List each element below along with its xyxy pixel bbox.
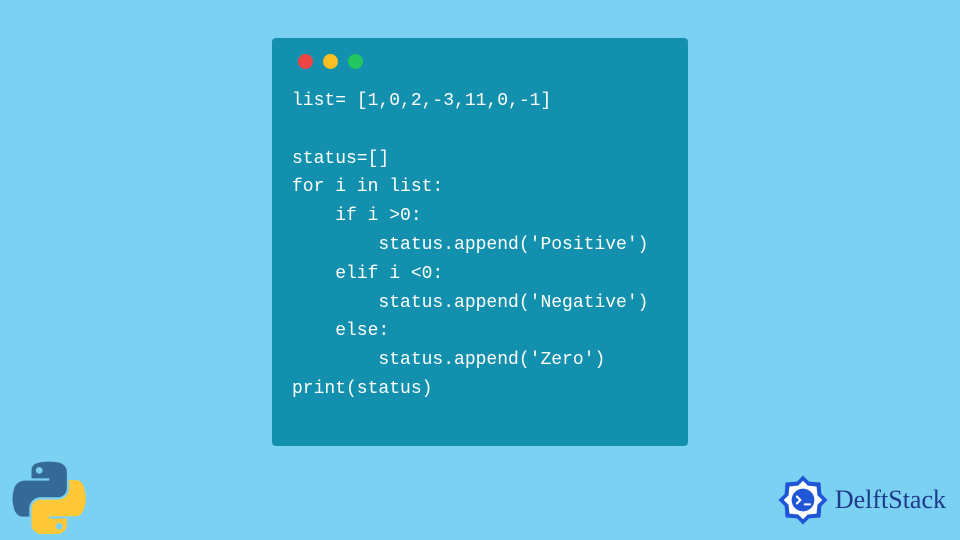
maximize-icon <box>348 54 363 69</box>
code-line: elif i <0: <box>292 264 443 284</box>
code-line: status.append('Negative') <box>292 293 648 313</box>
code-line: list= [1,0,2,-3,11,0,-1] <box>292 91 551 111</box>
code-line: status.append('Zero') <box>292 350 605 370</box>
code-line: if i >0: <box>292 206 422 226</box>
code-block: list= [1,0,2,-3,11,0,-1] status=[] for i… <box>292 87 668 404</box>
minimize-icon <box>323 54 338 69</box>
delftstack-badge-icon <box>775 472 831 528</box>
code-line: else: <box>292 321 389 341</box>
window-traffic-lights <box>298 54 668 69</box>
code-line: status.append('Positive') <box>292 235 648 255</box>
brand-name: DelftStack <box>835 485 946 515</box>
code-line: print(status) <box>292 379 432 399</box>
brand-footer: DelftStack <box>775 472 946 528</box>
code-line: for i in list: <box>292 177 443 197</box>
code-line: status=[] <box>292 149 389 169</box>
python-icon <box>12 460 86 534</box>
close-icon <box>298 54 313 69</box>
code-window: list= [1,0,2,-3,11,0,-1] status=[] for i… <box>272 38 688 446</box>
